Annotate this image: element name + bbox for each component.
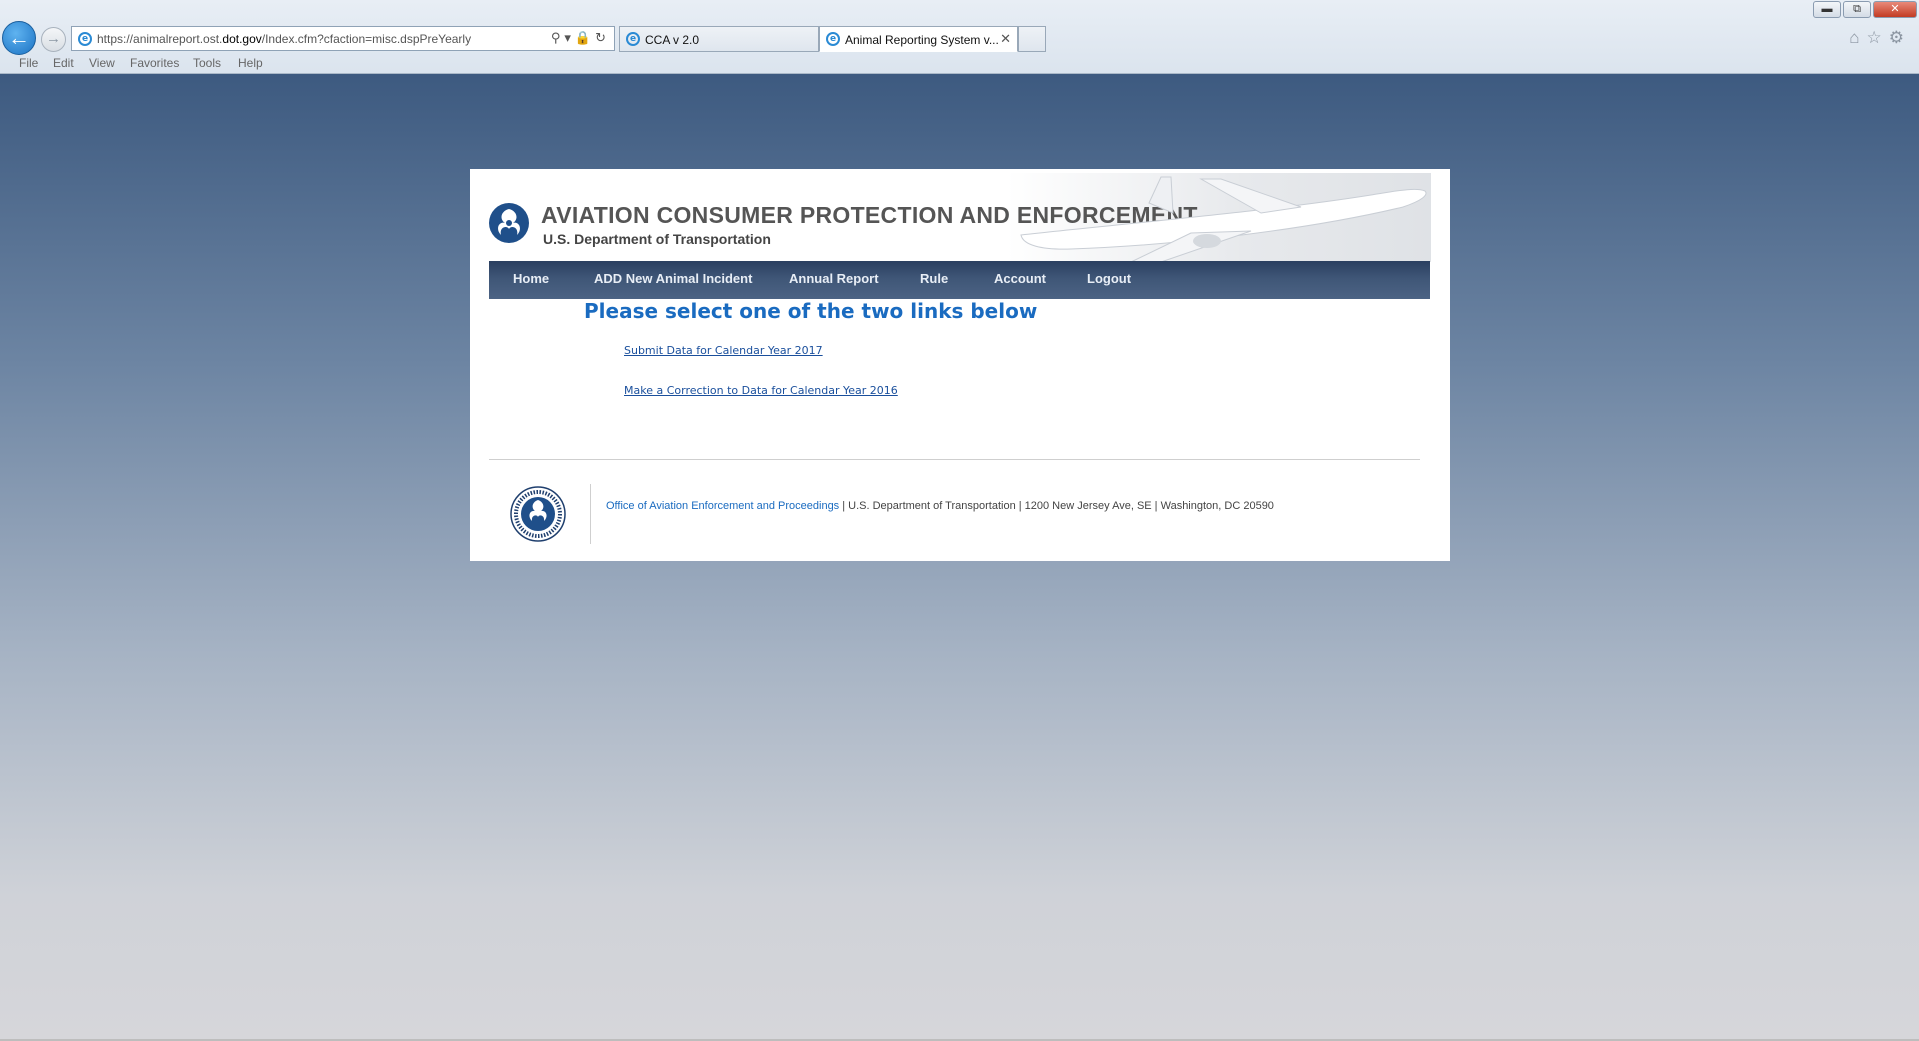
close-window-icon[interactable]: ✕: [1873, 1, 1917, 18]
main-navbar: Home ADD New Animal Incident Annual Repo…: [489, 261, 1430, 299]
home-icon[interactable]: ⌂: [1849, 28, 1866, 47]
menu-favorites[interactable]: Favorites: [130, 56, 179, 70]
dot-seal-icon: [510, 486, 566, 542]
address-bar[interactable]: e https://animalreport.ost.dot.gov/Index…: [71, 26, 615, 51]
ie-page-icon: e: [78, 32, 92, 46]
new-tab-button[interactable]: [1018, 26, 1046, 52]
ie-tab-icon: e: [626, 32, 640, 46]
menu-view[interactable]: View: [89, 56, 115, 70]
dropdown-icon[interactable]: ▾: [564, 30, 575, 45]
nav-rule[interactable]: Rule: [920, 271, 948, 286]
footer-text: Office of Aviation Enforcement and Proce…: [606, 500, 1274, 512]
nav-add-animal-incident[interactable]: ADD New Animal Incident: [594, 271, 752, 286]
correction-data-link[interactable]: Make a Correction to Data for Calendar Y…: [624, 384, 898, 397]
footer-address: | U.S. Department of Transportation | 12…: [839, 500, 1274, 512]
nav-annual-report[interactable]: Annual Report: [789, 271, 879, 286]
refresh-icon[interactable]: ↻: [595, 30, 610, 45]
restore-icon[interactable]: ⧉: [1843, 1, 1871, 18]
site-subtitle: U.S. Department of Transportation: [543, 231, 771, 247]
menu-file[interactable]: File: [19, 56, 38, 70]
url-text[interactable]: https://animalreport.ost.dot.gov/Index.c…: [97, 32, 471, 46]
office-link[interactable]: Office of Aviation Enforcement and Proce…: [606, 500, 839, 512]
minimize-icon[interactable]: ▬: [1813, 1, 1841, 18]
footer-divider: [489, 459, 1420, 460]
site-banner: AVIATION CONSUMER PROTECTION AND ENFORCE…: [489, 173, 1431, 262]
tab-label: CCA v 2.0: [645, 33, 700, 47]
menu-bar: File Edit View Favorites Tools Help: [0, 53, 1919, 73]
nav-account[interactable]: Account: [994, 271, 1046, 286]
settings-gear-icon[interactable]: ⚙: [1889, 28, 1911, 47]
forward-arrow-icon[interactable]: →: [41, 27, 66, 52]
submit-data-link[interactable]: Submit Data for Calendar Year 2017: [624, 344, 823, 357]
menu-tools[interactable]: Tools: [193, 56, 221, 70]
ie-tab-icon: e: [826, 32, 840, 46]
page-heading: Please select one of the two links below: [584, 299, 1038, 323]
footer-vertical-rule: [590, 484, 591, 544]
dot-logo-icon: [489, 203, 529, 243]
tab-label: Animal Reporting System v...: [845, 33, 999, 47]
tab-animal-reporting[interactable]: e Animal Reporting System v... ✕: [819, 26, 1018, 52]
airplane-graphic: [1020, 176, 1427, 262]
lock-icon[interactable]: 🔒: [575, 30, 595, 45]
browser-tool-icons: ⌂☆⚙: [1849, 28, 1911, 48]
address-tools: ⚲▾🔒↻: [551, 30, 610, 46]
nav-home[interactable]: Home: [513, 271, 549, 286]
close-tab-icon[interactable]: ✕: [1000, 31, 1011, 47]
back-arrow-icon[interactable]: ←: [2, 21, 36, 55]
menu-edit[interactable]: Edit: [53, 56, 74, 70]
window-controls: ▬ ⧉ ✕: [1811, 1, 1917, 18]
nav-logout[interactable]: Logout: [1087, 271, 1131, 286]
menu-help[interactable]: Help: [238, 56, 263, 70]
tab-cca[interactable]: e CCA v 2.0: [619, 26, 819, 52]
page-viewport: AVIATION CONSUMER PROTECTION AND ENFORCE…: [0, 74, 1919, 1041]
content-card: AVIATION CONSUMER PROTECTION AND ENFORCE…: [470, 169, 1450, 561]
favorites-star-icon[interactable]: ☆: [1867, 28, 1889, 47]
browser-chrome: ← → e https://animalreport.ost.dot.gov/I…: [0, 0, 1919, 74]
search-icon[interactable]: ⚲: [551, 30, 565, 45]
